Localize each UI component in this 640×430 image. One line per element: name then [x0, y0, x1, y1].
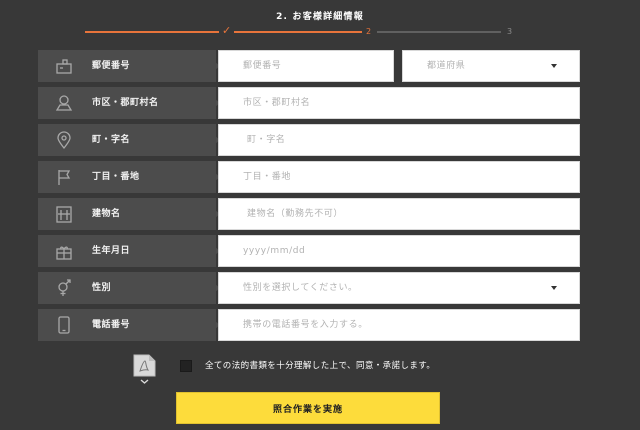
location-pin-icon — [54, 130, 74, 150]
city-placeholder: 市区・郡町村名 — [243, 98, 311, 108]
street-number-placeholder: 丁目・番地 — [243, 172, 292, 182]
gender-placeholder: 性別を選択してください。 — [243, 283, 358, 293]
verify-submit-button[interactable]: 照合作業を実施 — [176, 392, 440, 424]
progress-indicator: ✓ 2 3 — [0, 24, 640, 40]
field-label-birth-date: 生年月日 — [38, 235, 216, 267]
chevron-down-icon — [551, 64, 557, 68]
postal-code-placeholder: 郵便番号 — [243, 61, 282, 71]
birth-date-placeholder: yyyy/mm/dd — [243, 246, 306, 256]
postbox-icon — [54, 56, 74, 76]
field-label-text: 市区・郡町村名 — [92, 98, 159, 108]
field-label-town: 町・字名 — [38, 124, 216, 156]
gender-select[interactable]: 性別を選択してください。 — [218, 272, 580, 304]
postal-code-input[interactable]: 郵便番号 — [218, 50, 394, 82]
field-label-city: 市区・郡町村名 — [38, 87, 216, 119]
field-label-gender: 性別 — [38, 272, 216, 304]
gift-icon — [54, 241, 74, 261]
form-row-building: 建物名 建物名（勤務先不可） — [38, 198, 580, 230]
town-input[interactable]: 町・字名 — [218, 124, 580, 156]
progress-line-current — [234, 31, 362, 33]
field-label-postal-code: 郵便番号 — [38, 50, 216, 82]
form-row-gender: 性別 性別を選択してください。 — [38, 272, 580, 304]
step-3-marker: 3 — [507, 27, 513, 36]
progress-line-remaining — [377, 31, 501, 33]
step-2-marker: 2 — [366, 27, 372, 36]
building-placeholder: 建物名（勤務先不可） — [247, 209, 344, 219]
field-label-text: 性別 — [92, 283, 112, 293]
gender-icon — [54, 278, 74, 298]
field-label-text: 生年月日 — [92, 246, 131, 256]
consent-checkbox[interactable] — [180, 360, 192, 372]
field-label-text: 郵便番号 — [92, 61, 131, 71]
phone-input[interactable]: 携帯の電話番号を入力する。 — [218, 309, 580, 341]
form-row-postal-code: 郵便番号 郵便番号 都道府県 — [38, 50, 580, 82]
flag-icon — [54, 167, 74, 187]
form-row-birth-date: 生年月日 yyyy/mm/dd — [38, 235, 580, 267]
street-number-input[interactable]: 丁目・番地 — [218, 161, 580, 193]
chevron-down-icon — [551, 286, 557, 290]
form-row-street-number: 丁目・番地 丁目・番地 — [38, 161, 580, 193]
form-row-town: 町・字名 町・字名 — [38, 124, 580, 156]
prefecture-placeholder: 都道府県 — [427, 61, 466, 71]
field-label-street-number: 丁目・番地 — [38, 161, 216, 193]
progress-line-completed — [85, 31, 219, 33]
smartphone-icon — [54, 315, 74, 335]
field-label-text: 町・字名 — [92, 135, 131, 145]
field-label-building: 建物名 — [38, 198, 216, 230]
consent-text: 全ての法的書類を十分理解した上で、同意・承諾します。 — [205, 361, 436, 371]
field-label-text: 建物名 — [92, 209, 121, 219]
building-icon — [54, 204, 74, 224]
step-title: 2. お客様詳細情報 — [276, 12, 364, 22]
field-label-phone: 電話番号 — [38, 309, 216, 341]
pdf-document-icon[interactable] — [133, 354, 157, 384]
form-row-phone: 電話番号 携帯の電話番号を入力する。 — [38, 309, 580, 341]
birth-date-input[interactable]: yyyy/mm/dd — [218, 235, 580, 267]
step-1-check-icon: ✓ — [222, 24, 232, 37]
building-input[interactable]: 建物名（勤務先不可） — [218, 198, 580, 230]
town-placeholder: 町・字名 — [247, 135, 286, 145]
form-row-city: 市区・郡町村名 市区・郡町村名 — [38, 87, 580, 119]
prefecture-select[interactable]: 都道府県 — [402, 50, 580, 82]
map-pin-area-icon — [54, 93, 74, 113]
field-label-text: 電話番号 — [92, 320, 131, 330]
field-label-text: 丁目・番地 — [92, 172, 140, 182]
city-input[interactable]: 市区・郡町村名 — [218, 87, 580, 119]
phone-placeholder: 携帯の電話番号を入力する。 — [243, 320, 368, 330]
